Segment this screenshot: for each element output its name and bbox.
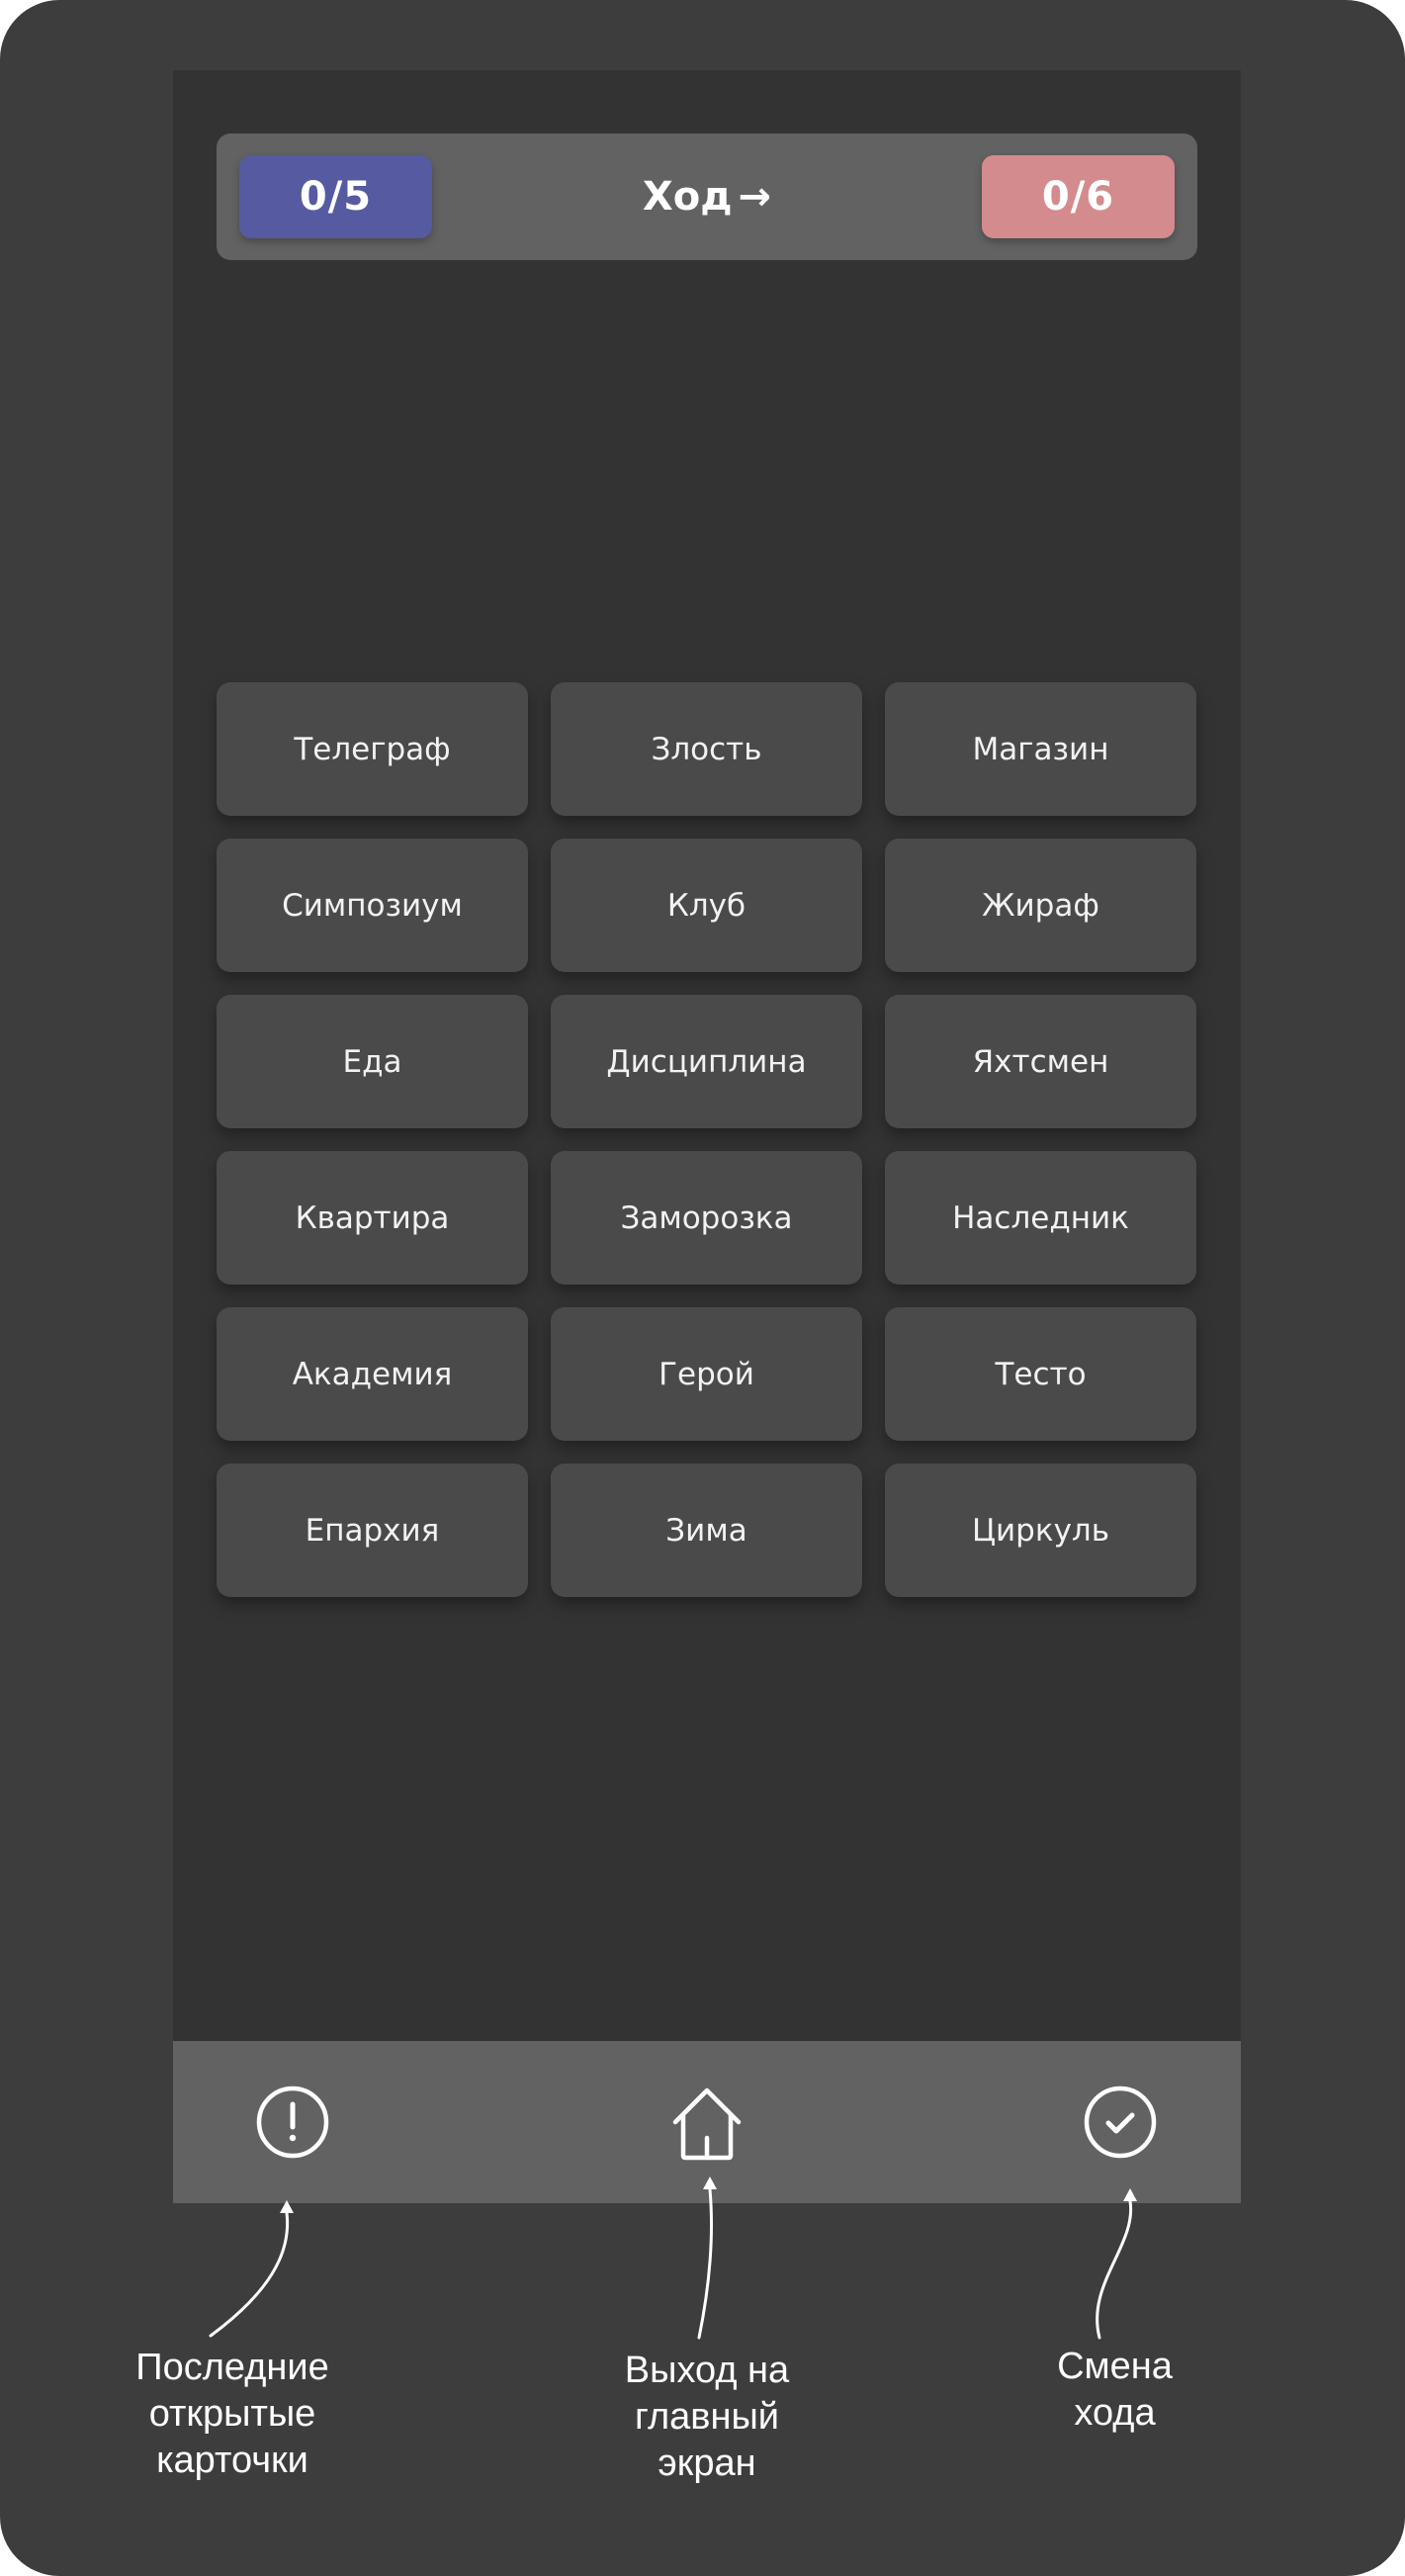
word-card[interactable]: Квартира bbox=[217, 1151, 528, 1285]
word-card[interactable]: Телеграф bbox=[217, 682, 528, 816]
word-card[interactable]: Наследник bbox=[885, 1151, 1196, 1285]
word-card[interactable]: Жираф bbox=[885, 839, 1196, 972]
turn-arrow-icon: → bbox=[738, 174, 772, 220]
bottom-navigation-bar bbox=[173, 2041, 1241, 2203]
annotation-exit-home: Выход на главный экран bbox=[624, 2350, 790, 2484]
word-card[interactable]: Епархия bbox=[217, 1464, 528, 1597]
score-bar: 0/5 Ход → 0/6 bbox=[217, 133, 1197, 260]
annotation-change-turn: Смена хода bbox=[1057, 2346, 1173, 2434]
blue-team-score: 0/5 bbox=[239, 155, 432, 238]
word-card[interactable]: Клуб bbox=[551, 839, 862, 972]
word-card[interactable]: Злость bbox=[551, 682, 862, 816]
turn-label: Ход bbox=[642, 174, 733, 220]
alert-circle-icon[interactable] bbox=[253, 2083, 332, 2162]
word-card[interactable]: Яхтсмен bbox=[885, 995, 1196, 1128]
word-card[interactable]: Магазин bbox=[885, 682, 1196, 816]
red-team-score: 0/6 bbox=[982, 155, 1175, 238]
game-screen: 0/5 Ход → 0/6 Телеграф Злость Магазин Си… bbox=[173, 70, 1241, 2203]
word-card[interactable]: Дисциплина bbox=[551, 995, 862, 1128]
arrow-to-check-icon bbox=[1096, 2199, 1133, 2340]
word-card[interactable]: Циркуль bbox=[885, 1464, 1196, 1597]
word-card[interactable]: Герой bbox=[551, 1307, 862, 1441]
word-card[interactable]: Заморозка bbox=[551, 1151, 862, 1285]
device-frame: 0/5 Ход → 0/6 Телеграф Злость Магазин Си… bbox=[0, 0, 1405, 2576]
word-card[interactable]: Академия bbox=[217, 1307, 528, 1441]
arrow-to-home-icon bbox=[697, 2187, 714, 2340]
word-card[interactable]: Еда bbox=[217, 995, 528, 1128]
word-card[interactable]: Зима bbox=[551, 1464, 862, 1597]
word-card-grid: Телеграф Злость Магазин Симпозиум Клуб Ж… bbox=[217, 682, 1197, 1597]
home-icon[interactable] bbox=[667, 2083, 746, 2162]
check-circle-icon[interactable] bbox=[1081, 2083, 1160, 2162]
arrow-to-alert-icon bbox=[209, 2211, 290, 2338]
word-card[interactable]: Тесто bbox=[885, 1307, 1196, 1441]
annotation-last-opened-cards: Последние открытые карточки bbox=[135, 2347, 329, 2481]
word-card[interactable]: Симпозиум bbox=[217, 839, 528, 972]
